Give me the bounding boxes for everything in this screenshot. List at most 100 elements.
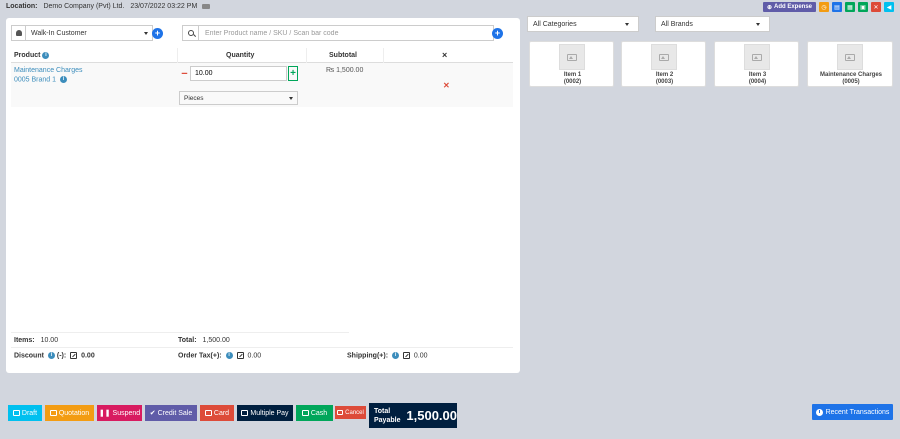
cancel-label: Cancel [345, 409, 364, 416]
credit-sale-label: Credit Sale [157, 409, 193, 417]
chevron-down-icon [144, 31, 148, 35]
product-card-name: Item 3 [748, 72, 767, 78]
unit-selected: Pieces [184, 94, 204, 102]
unit-select[interactable]: Pieces [179, 91, 298, 105]
quotation-label: Quotation [58, 409, 90, 417]
multiple-pay-label: Multiple Pay [250, 409, 289, 417]
credit-card-icon [204, 410, 212, 416]
draft-button[interactable]: Draft [8, 405, 42, 421]
clock-icon [815, 408, 823, 416]
customer-select[interactable]: Walk-In Customer [11, 25, 153, 41]
product-card-name: Item 2 [655, 72, 674, 78]
briefcase-icon[interactable]: ▣ [858, 2, 868, 12]
product-card[interactable]: Item 1 (0002) [529, 41, 614, 87]
edit-icon[interactable] [402, 352, 410, 359]
product-card-sku: (0005) [842, 79, 860, 85]
total-amount: Total: 1,500.00 [178, 337, 230, 344]
location-label: Location: [6, 3, 38, 10]
search-icon [183, 26, 199, 40]
header-product: Product i [14, 48, 50, 62]
register-icon[interactable]: ▤ [832, 2, 842, 12]
info-icon[interactable]: i [225, 352, 233, 359]
info-icon[interactable]: i [47, 352, 55, 359]
row-subtotal: ₨ 1,500.00 [326, 67, 364, 74]
increase-quantity-button[interactable]: + [287, 66, 298, 81]
remove-row-icon[interactable]: ✕ [443, 81, 450, 90]
image-placeholder-icon [559, 44, 585, 70]
tax-value: 0.00 [247, 352, 262, 360]
chevron-down-icon [756, 22, 760, 26]
edit-icon[interactable] [70, 352, 78, 359]
total-label: Total: [178, 337, 197, 344]
keyboard-icon[interactable] [202, 3, 211, 9]
add-expense-button[interactable]: ⊕ Add Expense [762, 2, 816, 12]
product-sku-brand: 0005 Brand 1 i [14, 76, 67, 83]
pause-icon: ❚❚ [98, 410, 111, 417]
pos-panel: Walk-In Customer + + Product i Quantity … [6, 18, 520, 373]
cancel-button[interactable]: Cancel [335, 406, 366, 419]
shipping-label: Shipping(+): [347, 352, 389, 360]
discount-suffix: (-): [56, 352, 67, 360]
info-icon[interactable]: i [391, 352, 399, 359]
info-icon[interactable]: i [60, 76, 67, 83]
add-customer-button[interactable]: + [152, 28, 163, 39]
header-remove: × [442, 50, 448, 60]
top-bar: Location: Demo Company (Pvt) Ltd. 23/07/… [0, 0, 900, 14]
total-value: 1,500.00 [202, 337, 230, 344]
tax-label: Order Tax(+): [178, 352, 222, 360]
draft-label: Draft [21, 409, 38, 417]
totals-divider [11, 332, 349, 333]
quotation-button[interactable]: Quotation [45, 405, 94, 421]
add-expense-label: Add Expense [773, 4, 812, 10]
brand-select[interactable]: All Brands [655, 16, 770, 32]
customer-selected: Walk-In Customer [31, 29, 87, 37]
user-icon [12, 26, 26, 40]
product-name-link[interactable]: Maintenance Charges [14, 67, 83, 74]
multiple-pay-button[interactable]: Multiple Pay [237, 405, 293, 421]
business-name: Demo Company (Pvt) Ltd. [43, 3, 125, 10]
product-card[interactable]: Item 2 (0003) [621, 41, 706, 87]
recent-transactions-label: Recent Transactions [825, 408, 890, 416]
add-product-button[interactable]: + [492, 28, 503, 39]
shipping-value: 0.00 [413, 352, 428, 360]
product-card[interactable]: Item 3 (0004) [714, 41, 799, 87]
chevron-down-icon [625, 22, 629, 26]
quantity-stepper: − + [179, 66, 298, 81]
quantity-input[interactable] [189, 66, 287, 81]
product-card-sku: (0004) [748, 79, 767, 85]
category-select[interactable]: All Categories [527, 16, 639, 32]
items-count: Items: 10.00 [14, 337, 58, 344]
cash-label: Cash [310, 409, 328, 417]
suspend-button[interactable]: ❚❚ Suspend [97, 405, 142, 421]
decrease-quantity-button[interactable]: − [179, 66, 190, 81]
current-datetime: 23/07/2022 03:22 PM [130, 3, 198, 10]
recent-transactions-button[interactable]: Recent Transactions [812, 404, 893, 420]
header-subtotal: Subtotal [329, 51, 357, 59]
totals-divider [11, 347, 513, 348]
check-icon: ✔ [149, 410, 156, 417]
product-card[interactable]: Maintenance Charges (0005) [807, 41, 893, 87]
discount-label: Discount [14, 352, 44, 360]
category-selected: All Categories [533, 20, 577, 28]
product-card-sku: (0002) [563, 79, 582, 85]
close-register-icon[interactable]: ✕ [871, 2, 881, 12]
edit-icon [12, 410, 20, 416]
card-button[interactable]: Card [200, 405, 234, 421]
top-actions: ⊕ Add Expense ◷ ▤ ▦ ▣ ✕ ◀ [762, 2, 894, 12]
product-card-name: Item 1 [563, 72, 582, 78]
image-placeholder-icon [744, 44, 770, 70]
clock-icon[interactable]: ◷ [819, 2, 829, 12]
total-payable-value: 1,500.00 [406, 408, 457, 423]
cash-button[interactable]: Cash [296, 405, 333, 421]
header-quantity: Quantity [226, 51, 255, 59]
money-icon [301, 410, 309, 416]
edit-icon [49, 410, 57, 416]
edit-icon[interactable] [236, 352, 244, 359]
discount-info: Discount i (-): 0.00 [14, 352, 95, 359]
product-search-input[interactable] [199, 29, 493, 37]
info-icon[interactable]: i [42, 51, 50, 59]
credit-sale-button[interactable]: ✔ Credit Sale [145, 405, 197, 421]
calculator-icon[interactable]: ▦ [845, 2, 855, 12]
backward-icon[interactable]: ◀ [884, 2, 894, 12]
product-card-sku: (0003) [655, 79, 674, 85]
